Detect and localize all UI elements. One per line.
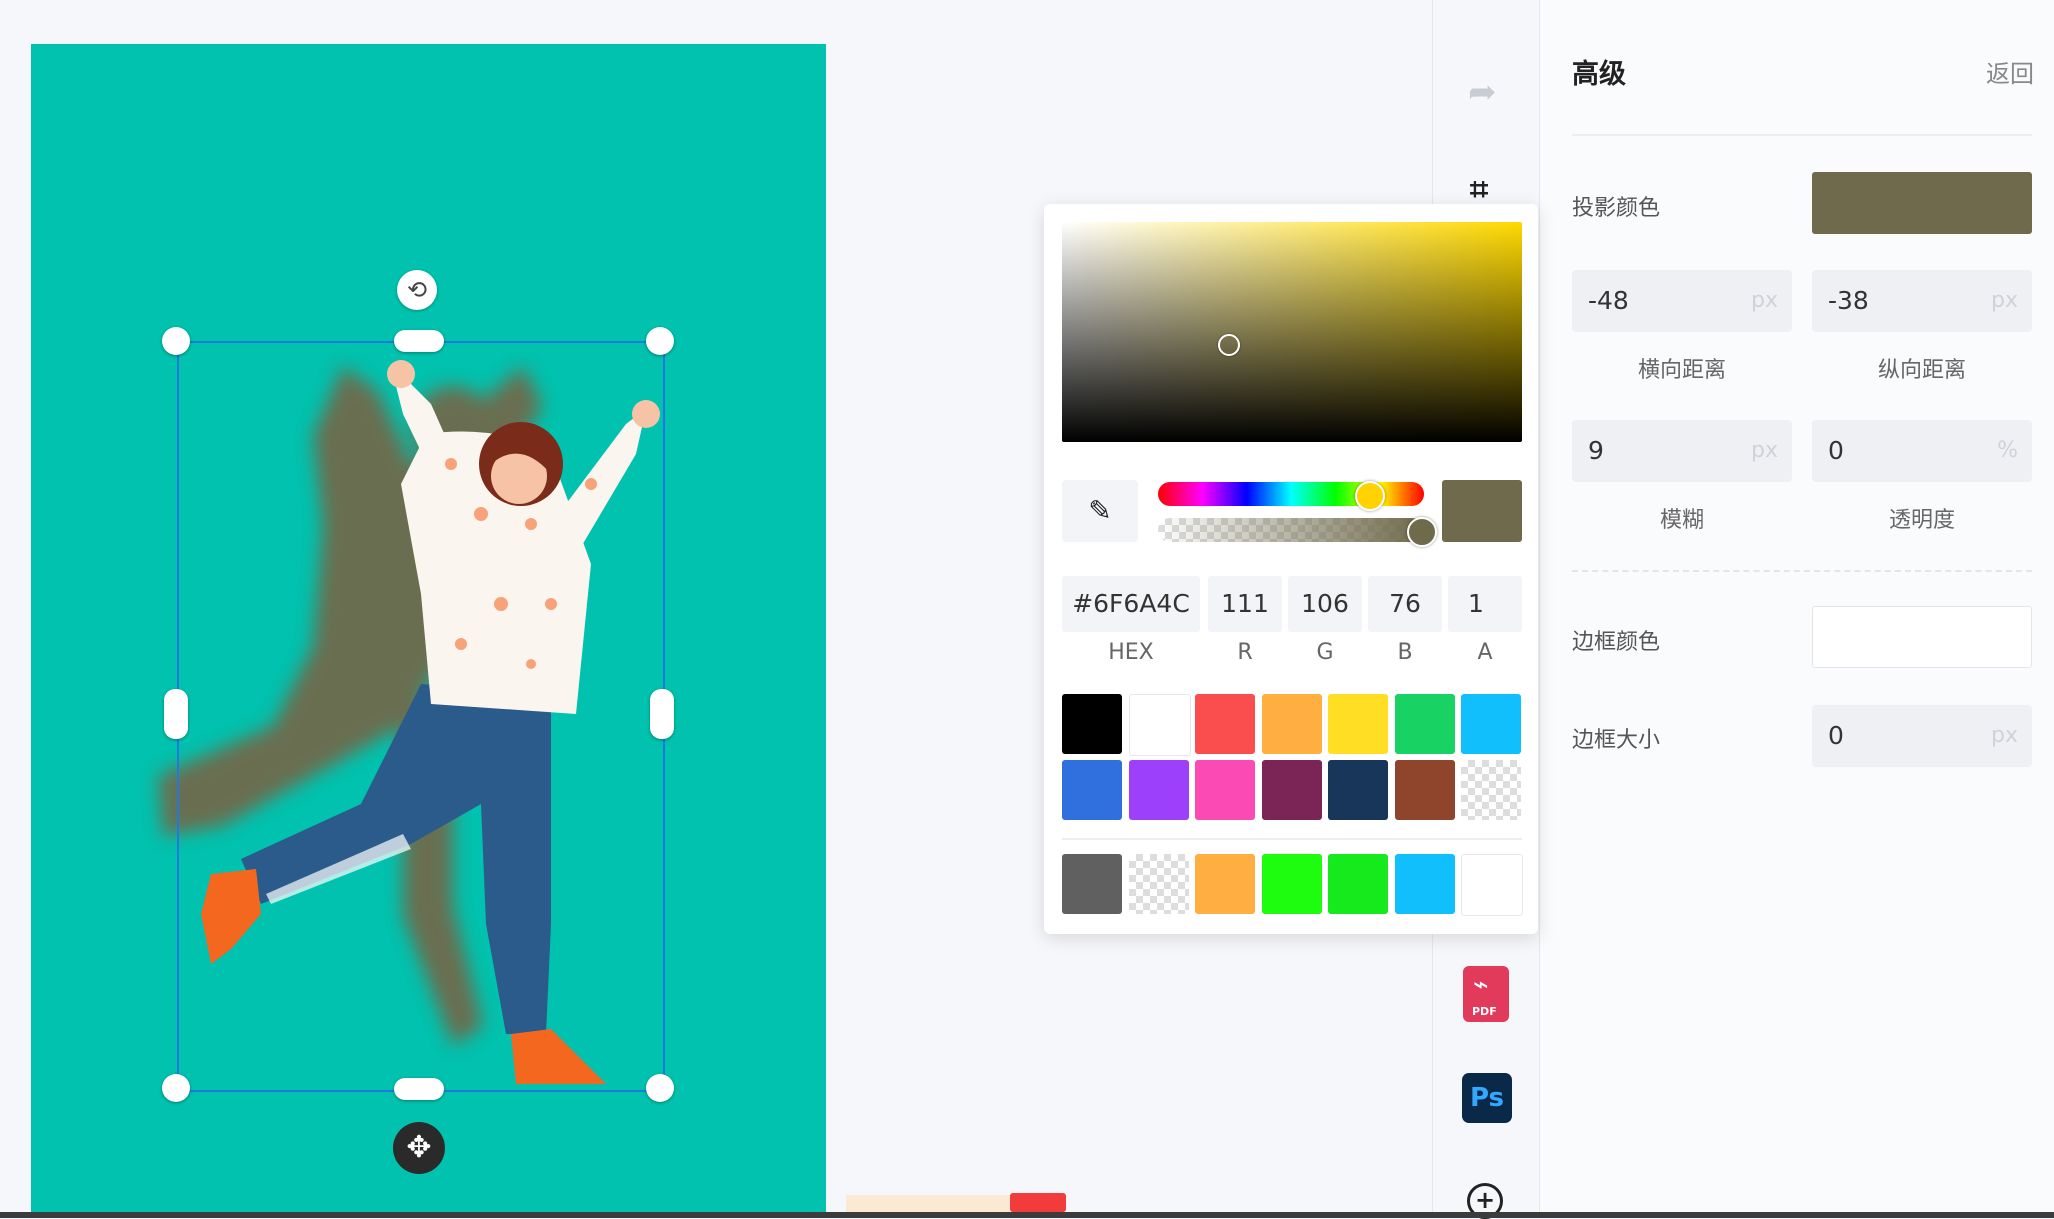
photoshop-icon[interactable]: Ps — [1462, 1073, 1512, 1123]
border-color-label: 边框颜色 — [1572, 630, 1661, 655]
resize-handle-bottom-right[interactable] — [646, 1074, 674, 1102]
color-swatch[interactable] — [1128, 760, 1189, 820]
back-link[interactable]: 返回 — [1986, 54, 2034, 89]
color-swatch[interactable] — [1195, 760, 1255, 820]
redo-icon[interactable]: ➦ — [1468, 72, 1497, 112]
color-swatch[interactable] — [1461, 694, 1521, 754]
color-swatch[interactable] — [1261, 760, 1322, 820]
color-swatch[interactable] — [1195, 854, 1255, 914]
blur-field[interactable]: 9 px — [1572, 420, 1792, 482]
dashed-divider — [1572, 570, 2032, 572]
color-swatch[interactable] — [1328, 760, 1388, 820]
eyedropper-icon: ✎ — [1088, 494, 1112, 527]
color-swatch[interactable] — [1062, 854, 1122, 914]
color-swatch[interactable] — [1062, 760, 1122, 820]
selection-frame[interactable] — [177, 341, 665, 1092]
pdf-icon[interactable]: ⌁ PDF — [1463, 966, 1509, 1022]
resize-handle-bottom[interactable] — [394, 1078, 444, 1100]
shadow-color-label: 投影颜色 — [1572, 196, 1661, 221]
color-picker: ✎ #6F6A4C 111 106 76 1 HEX R G B A — [1044, 204, 1538, 934]
hex-input[interactable]: #6F6A4C — [1062, 576, 1200, 632]
panel-title: 高级 — [1572, 59, 1626, 90]
border-size-value: 0 — [1828, 721, 1844, 750]
resize-handle-right[interactable] — [650, 689, 674, 739]
color-swatch[interactable] — [1128, 694, 1191, 756]
border-color-swatch[interactable] — [1812, 606, 2032, 668]
offset-y-unit: px — [1991, 288, 2018, 313]
blur-value: 9 — [1588, 436, 1604, 465]
blur-unit: px — [1751, 438, 1778, 463]
g-label: G — [1316, 640, 1334, 665]
resize-handle-top-left[interactable] — [162, 327, 190, 355]
r-input[interactable]: 111 — [1208, 576, 1282, 632]
divider — [1572, 134, 2032, 136]
opacity-unit: % — [1997, 438, 2018, 463]
border-size-label: 边框大小 — [1572, 728, 1661, 753]
window-bottom-edge — [0, 1212, 2054, 1218]
color-swatch[interactable] — [1261, 854, 1322, 914]
color-swatch[interactable] — [1394, 760, 1455, 820]
resize-handle-bottom-left[interactable] — [162, 1074, 190, 1102]
resize-handle-left[interactable] — [164, 689, 188, 739]
offset-y-caption: 纵向距离 — [1877, 358, 1966, 383]
border-size-field[interactable]: 0 px — [1812, 705, 2032, 767]
offset-y-field[interactable]: -38 px — [1812, 270, 2032, 332]
color-swatch[interactable] — [1195, 694, 1255, 754]
ps-label: Ps — [1469, 1083, 1505, 1113]
r-label: R — [1237, 640, 1253, 665]
offset-x-field[interactable]: -48 px — [1572, 270, 1792, 332]
blur-caption: 模糊 — [1659, 508, 1704, 533]
b-label: B — [1397, 640, 1413, 665]
offset-x-value: -48 — [1588, 286, 1629, 315]
alpha-slider[interactable] — [1158, 518, 1424, 542]
color-swatch[interactable] — [1261, 694, 1322, 754]
color-swatch[interactable] — [1461, 760, 1521, 820]
advanced-panel: 高级 返回 投影颜色 -48 px -38 px 横向距离 纵向距离 9 px … — [1540, 0, 2054, 1218]
saturation-cursor[interactable] — [1218, 334, 1240, 356]
hex-label: HEX — [1108, 640, 1154, 665]
swatch-divider — [1062, 838, 1522, 840]
a-label: A — [1477, 640, 1493, 665]
promo-badge — [1010, 1193, 1066, 1212]
move-handle-icon[interactable]: ✥ — [393, 1122, 445, 1174]
resize-handle-top[interactable] — [394, 330, 444, 352]
resize-handle-top-right[interactable] — [646, 327, 674, 355]
alpha-slider-thumb[interactable] — [1407, 517, 1437, 547]
design-canvas[interactable]: ⟲ ✥ — [31, 44, 826, 1218]
opacity-caption: 透明度 — [1888, 508, 1955, 533]
saturation-area[interactable] — [1062, 222, 1522, 442]
pdf-label: PDF — [1472, 1005, 1497, 1018]
color-swatch[interactable] — [1328, 854, 1388, 914]
offset-x-unit: px — [1751, 288, 1778, 313]
color-swatch[interactable] — [1394, 854, 1455, 914]
offset-x-caption: 横向距离 — [1637, 358, 1726, 383]
opacity-field[interactable]: 0 % — [1812, 420, 2032, 482]
current-color-preview — [1442, 480, 1522, 542]
opacity-value: 0 — [1828, 436, 1844, 465]
b-input[interactable]: 76 — [1368, 576, 1442, 632]
g-input[interactable]: 106 — [1288, 576, 1362, 632]
eyedropper-button[interactable]: ✎ — [1062, 480, 1138, 542]
hue-slider-thumb[interactable] — [1355, 481, 1385, 511]
color-swatch[interactable] — [1062, 694, 1122, 754]
border-size-unit: px — [1991, 723, 2018, 748]
color-swatch[interactable] — [1128, 854, 1189, 914]
a-input[interactable]: 1 — [1448, 576, 1522, 632]
color-swatch[interactable] — [1328, 694, 1388, 754]
shadow-color-swatch[interactable] — [1812, 172, 2032, 234]
color-swatch[interactable] — [1394, 694, 1455, 754]
offset-y-value: -38 — [1828, 286, 1869, 315]
color-swatch[interactable] — [1461, 854, 1523, 916]
rotate-handle-icon[interactable]: ⟲ — [397, 270, 437, 310]
